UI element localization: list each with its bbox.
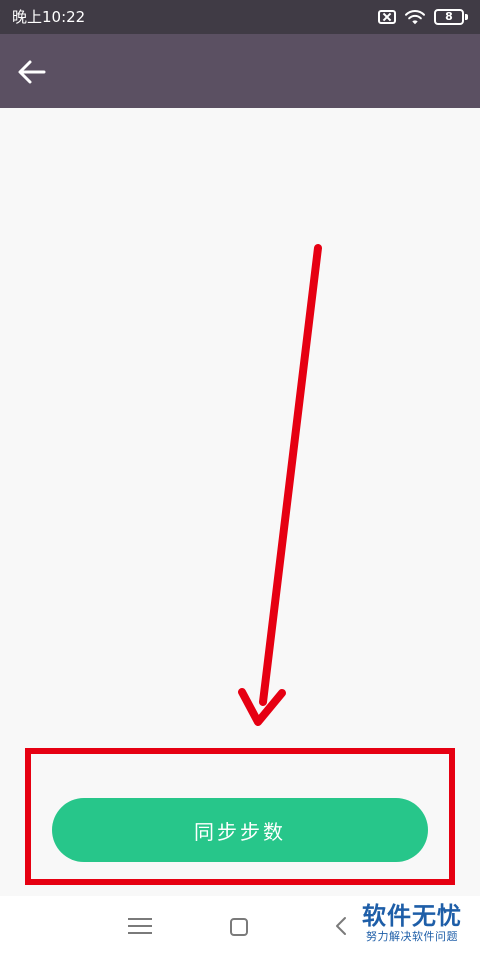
sync-steps-button[interactable]: 同步步数	[52, 798, 428, 862]
status-bar: 晚上10:22 8	[0, 0, 480, 34]
menu-icon[interactable]	[128, 914, 152, 938]
back-arrow-icon	[18, 60, 46, 84]
status-icons: 8	[378, 7, 468, 27]
battery-icon: 8	[434, 9, 468, 25]
wifi-icon	[405, 10, 425, 25]
battery-tip	[465, 14, 468, 20]
status-time: 晚上10:22	[12, 8, 86, 26]
back-button[interactable]	[10, 50, 54, 94]
system-nav-bar	[0, 896, 480, 960]
chevron-left-icon[interactable]	[330, 914, 354, 938]
top-app-bar	[0, 34, 480, 108]
sim-off-icon	[378, 10, 396, 24]
home-icon[interactable]	[230, 918, 248, 936]
main-content	[0, 108, 480, 896]
battery-level: 8	[434, 9, 464, 25]
